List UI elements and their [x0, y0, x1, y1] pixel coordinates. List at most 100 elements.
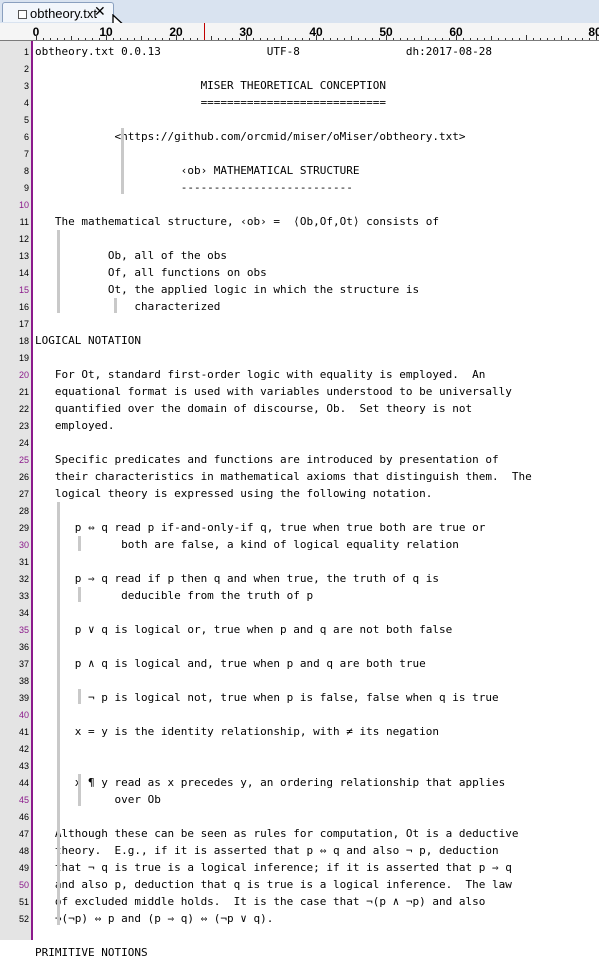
- ruler-tick: [169, 38, 170, 40]
- text-line: characterized: [35, 300, 221, 313]
- line-number: 38: [18, 676, 29, 686]
- line-number: 35: [18, 625, 29, 635]
- text-line: x ¶ y read as x precedes y, an ordering …: [35, 776, 506, 789]
- ruler-tick: [344, 38, 345, 40]
- line-number: 36: [18, 642, 29, 652]
- line-number: 10: [18, 200, 29, 210]
- text-line: their characteristics in mathematical ax…: [35, 470, 532, 483]
- ruler-tick: [246, 35, 247, 40]
- line-number: 33: [18, 591, 29, 601]
- column-ruler: 0 10 20 30 40 50 60 80: [0, 23, 599, 41]
- ruler-tick: [519, 38, 520, 40]
- line-number: 40: [18, 710, 29, 720]
- text-line: MISER THEORETICAL CONCEPTION: [35, 79, 386, 92]
- indent-guide: [57, 230, 60, 313]
- line-number: 42: [18, 744, 29, 754]
- line-number: 4: [23, 98, 29, 108]
- line-number: 48: [18, 846, 29, 856]
- tab-obtheory[interactable]: obtheory.txt ✕: [2, 2, 114, 22]
- ruler-tick: [365, 38, 366, 40]
- line-number: 41: [18, 727, 29, 737]
- ruler-tick: [309, 38, 310, 40]
- ruler-tick: [274, 38, 275, 40]
- ruler-tick: [435, 38, 436, 40]
- text-line: p ⇒ q read if p then q and when true, th…: [35, 572, 439, 585]
- line-number: 13: [18, 251, 29, 261]
- text-line: Ot, the applied logic in which the struc…: [35, 283, 420, 296]
- ruler-tick: [323, 38, 324, 40]
- ruler-tick: [470, 38, 471, 40]
- ruler-tick: [253, 38, 254, 40]
- line-number: 8: [23, 166, 29, 176]
- ruler-tick: [155, 38, 156, 40]
- line-number: 25: [18, 455, 29, 465]
- ruler-tick: [288, 38, 289, 40]
- ruler-tick: [197, 38, 198, 40]
- text-line: ¬(¬p) ⇔ p and (p ⇒ q) ⇔ (¬p ∨ q).: [35, 912, 274, 925]
- indent-guide: [78, 587, 81, 602]
- ruler-tick: [337, 38, 338, 40]
- line-number: 11: [19, 217, 29, 227]
- line-number: 23: [18, 421, 29, 431]
- ruler-tick: [176, 35, 177, 40]
- line-number: 12: [18, 234, 29, 244]
- ruler-tick: [407, 38, 408, 40]
- indent-guide: [121, 128, 124, 194]
- ruler-tick: [589, 38, 590, 40]
- text-line: Specific predicates and functions are in…: [35, 453, 499, 466]
- line-number: 39: [18, 693, 29, 703]
- text-line: ============================: [35, 96, 386, 109]
- edge-marker: [204, 23, 205, 40]
- text-line: Ob, all of the obs: [35, 249, 228, 262]
- text-line: x = y is the identity relationship, with…: [35, 725, 439, 738]
- tab-bar: obtheory.txt ✕: [0, 0, 599, 24]
- ruler-tick: [491, 36, 492, 40]
- ruler-tick: [582, 38, 583, 40]
- ruler-tick: [421, 36, 422, 40]
- ruler-tick: [463, 38, 464, 40]
- ruler-tick: [547, 38, 548, 40]
- ruler-tick: [428, 38, 429, 40]
- ruler-tick: [568, 38, 569, 40]
- ruler-tick: [505, 38, 506, 40]
- line-number: 31: [18, 557, 29, 567]
- ruler-tick: [442, 38, 443, 40]
- indent-guide: [78, 689, 81, 704]
- ruler-tick: [393, 38, 394, 40]
- ruler-tick: [225, 38, 226, 40]
- tab-title: obtheory.txt: [30, 6, 97, 21]
- line-number: 20: [18, 370, 29, 380]
- ruler-tick: [85, 38, 86, 40]
- line-number: 1: [23, 47, 29, 57]
- text-line: ‹ob› MATHEMATICAL STRUCTURE: [35, 164, 360, 177]
- text-line: PRIMITIVE NOTIONS: [35, 946, 148, 959]
- text-line: both are false, a kind of logical equali…: [35, 538, 459, 551]
- ruler-tick: [239, 38, 240, 40]
- ruler-tick: [400, 38, 401, 40]
- line-number: 7: [23, 149, 29, 159]
- line-number: 24: [18, 438, 29, 448]
- line-number: 50: [18, 880, 29, 890]
- line-number: 6: [23, 132, 29, 142]
- close-icon[interactable]: ✕: [94, 4, 106, 20]
- line-number: 47: [18, 829, 29, 839]
- line-number: 19: [18, 353, 29, 363]
- text-line: <https://github.com/orcmid/miser/oMiser/…: [35, 130, 466, 143]
- gutter-divider: [31, 41, 33, 940]
- text-line: ¬ p is logical not, true when p is false…: [35, 691, 499, 704]
- line-number: 51: [18, 897, 29, 907]
- ruler-tick: [190, 38, 191, 40]
- ruler-tick: [386, 35, 387, 40]
- ruler-tick: [71, 36, 72, 40]
- ruler-tick: [78, 38, 79, 40]
- ruler-tick: [43, 38, 44, 40]
- ruler-tick: [127, 38, 128, 40]
- text-line: p ∨ q is logical or, true when p and q a…: [35, 623, 453, 636]
- line-number: 17: [18, 319, 29, 329]
- text-line: deducible from the truth of p: [35, 589, 314, 602]
- line-number: 2: [23, 64, 29, 74]
- ruler-tick: [379, 38, 380, 40]
- ruler-tick: [316, 35, 317, 40]
- ruler-tick: [281, 36, 282, 40]
- line-number: 26: [18, 472, 29, 482]
